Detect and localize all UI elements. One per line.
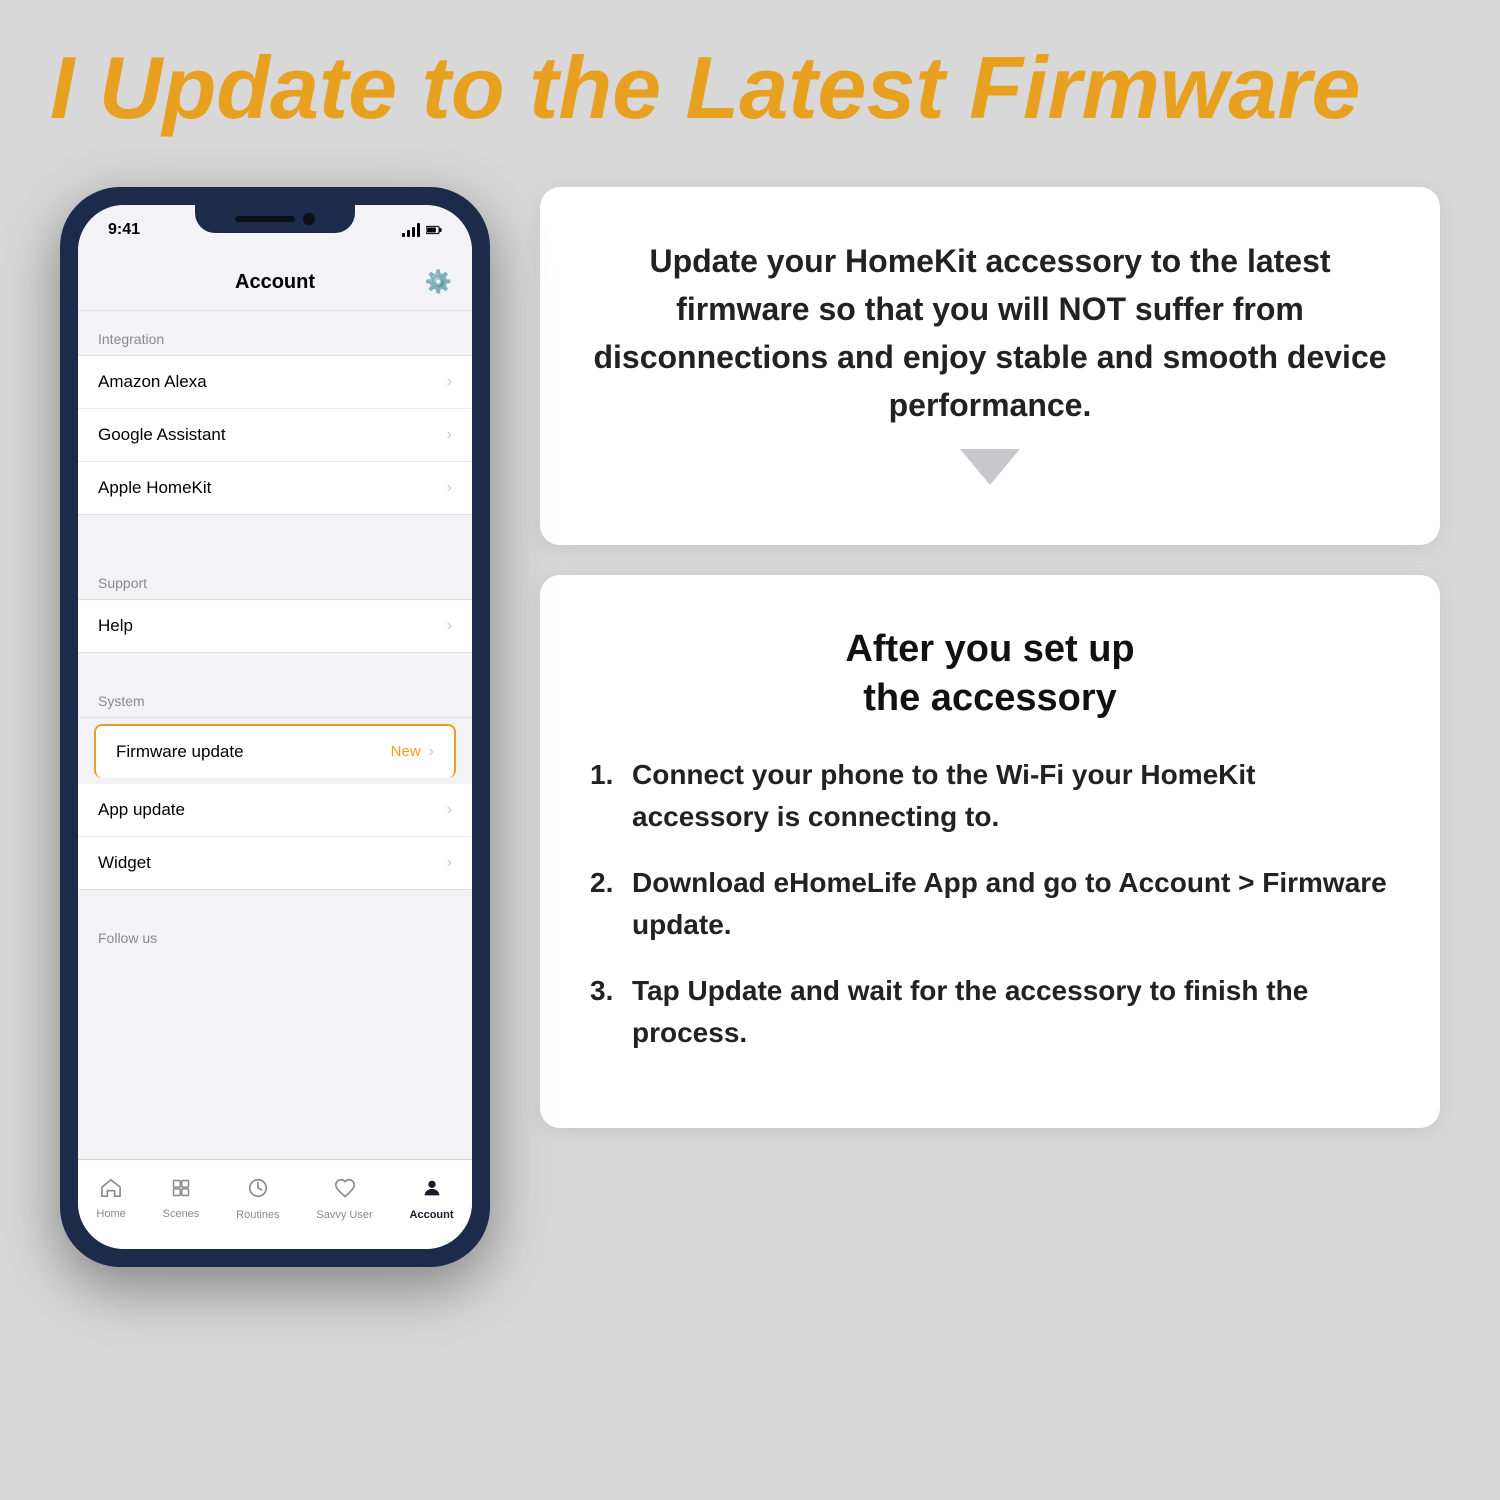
help-label: Help: [98, 616, 133, 636]
routines-icon: [247, 1177, 269, 1205]
tab-scenes[interactable]: Scenes: [163, 1178, 200, 1220]
support-group: Help ›: [78, 599, 472, 653]
spacer: [78, 974, 472, 994]
main-content: 9:41 Account: [0, 157, 1500, 1307]
apple-homekit-label: Apple HomeKit: [98, 478, 211, 498]
list-item[interactable]: Apple HomeKit ›: [78, 462, 472, 514]
system-group: Firmware update New › App update › Widge…: [78, 717, 472, 890]
steps-title: After you set upthe accessory: [590, 625, 1390, 724]
steps-card: After you set upthe accessory 1. Connect…: [540, 575, 1440, 1128]
phone-mockup: 9:41 Account: [60, 187, 490, 1267]
status-time: 9:41: [108, 221, 140, 239]
app-update-label: App update: [98, 800, 185, 820]
chevron-icon: ›: [447, 479, 452, 497]
step-num: 2.: [590, 862, 620, 946]
spacer: [78, 954, 472, 974]
arrow-down-icon: [590, 449, 1390, 485]
battery-icon: [426, 224, 442, 236]
spacer: [78, 653, 472, 673]
widget-label: Widget: [98, 853, 151, 873]
section-system: System: [78, 673, 472, 717]
section-follow: Follow us: [78, 910, 472, 954]
notch-speaker: [235, 216, 295, 222]
tab-account-label: Account: [410, 1209, 454, 1221]
scenes-icon: [170, 1178, 192, 1204]
steps-list: 1. Connect your phone to the Wi-Fi your …: [590, 754, 1390, 1054]
list-item[interactable]: Widget ›: [78, 837, 472, 889]
step-num: 1.: [590, 754, 620, 838]
app-header-title: Account: [235, 271, 315, 294]
page-header: I Update to the Latest Firmware: [0, 0, 1500, 157]
tab-savvy-user[interactable]: Savvy User: [316, 1177, 372, 1221]
integration-group: Amazon Alexa › Google Assistant › Apple …: [78, 355, 472, 515]
home-icon: [100, 1178, 122, 1204]
tab-account[interactable]: Account: [410, 1177, 454, 1221]
info-card: Update your HomeKit accessory to the lat…: [540, 187, 1440, 545]
app-header: Account ⚙️: [78, 255, 472, 311]
phone-notch: [195, 205, 355, 233]
signal-icon: [402, 223, 420, 237]
spacer: [78, 515, 472, 535]
list-item[interactable]: App update ›: [78, 784, 472, 837]
step-2-text: Download eHomeLife App and go to Account…: [632, 862, 1390, 946]
step-2: 2. Download eHomeLife App and go to Acco…: [590, 862, 1390, 946]
chevron-icon: ›: [447, 854, 452, 872]
tab-savvy-user-label: Savvy User: [316, 1209, 372, 1221]
chevron-icon: ›: [429, 743, 434, 761]
chevron-icon: ›: [447, 801, 452, 819]
savvy-user-icon: [334, 1177, 356, 1205]
new-badge: New: [391, 743, 421, 760]
step-1-text: Connect your phone to the Wi-Fi your Hom…: [632, 754, 1390, 838]
chevron-icon: ›: [447, 373, 452, 391]
page-title: I Update to the Latest Firmware: [50, 40, 1450, 137]
spacer: [78, 890, 472, 910]
tab-home-label: Home: [96, 1208, 125, 1220]
phone-screen: 9:41 Account: [78, 205, 472, 1249]
spacer: [78, 535, 472, 555]
tab-home[interactable]: Home: [96, 1178, 125, 1220]
section-integration: Integration: [78, 311, 472, 355]
google-assistant-label: Google Assistant: [98, 425, 226, 445]
info-description: Update your HomeKit accessory to the lat…: [590, 237, 1390, 429]
firmware-right: New ›: [391, 743, 434, 761]
status-icons: [402, 223, 442, 237]
amazon-alexa-label: Amazon Alexa: [98, 372, 207, 392]
chevron-icon: ›: [447, 617, 452, 635]
firmware-update-label: Firmware update: [116, 742, 244, 762]
tab-routines[interactable]: Routines: [236, 1177, 279, 1221]
right-panel: Update your HomeKit accessory to the lat…: [540, 187, 1440, 1128]
settings-icon[interactable]: ⚙️: [425, 269, 452, 295]
list-item[interactable]: Help ›: [78, 600, 472, 652]
firmware-update-item[interactable]: Firmware update New ›: [94, 724, 456, 778]
list-item[interactable]: Amazon Alexa ›: [78, 356, 472, 409]
notch-camera: [303, 213, 315, 225]
list-item[interactable]: Google Assistant ›: [78, 409, 472, 462]
step-num: 3.: [590, 970, 620, 1054]
step-3: 3. Tap Update and wait for the accessory…: [590, 970, 1390, 1054]
app-content[interactable]: Integration Amazon Alexa › Google Assist…: [78, 311, 472, 1159]
tab-bar: Home Scenes Routines: [78, 1159, 472, 1249]
account-icon: [421, 1177, 443, 1205]
tab-routines-label: Routines: [236, 1209, 279, 1221]
step-3-text: Tap Update and wait for the accessory to…: [632, 970, 1390, 1054]
spacer: [78, 994, 472, 1014]
chevron-icon: ›: [447, 426, 452, 444]
step-1: 1. Connect your phone to the Wi-Fi your …: [590, 754, 1390, 838]
tab-scenes-label: Scenes: [163, 1208, 200, 1220]
section-support: Support: [78, 555, 472, 599]
